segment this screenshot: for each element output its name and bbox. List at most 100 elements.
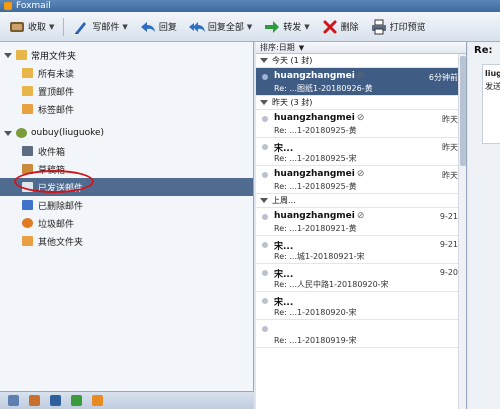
attachment-icon: ⊘ <box>356 211 365 221</box>
table-row[interactable]: huangzhangmei ⊘ Re: ...1-20180925-黄 昨天 <box>256 166 466 194</box>
table-row[interactable]: huangzhangmei ⊘ Re: ...1-20180925-黄 昨天 <box>256 110 466 138</box>
inbox-icon <box>22 146 33 156</box>
message-list-scrollbar[interactable] <box>458 54 466 409</box>
folder-pane: 常用文件夹 所有未读 置顶邮件 标签邮件 oubuy(liuguoke) 收件箱… <box>0 42 254 391</box>
calendar-module-icon[interactable] <box>50 395 61 406</box>
compose-button[interactable]: 写邮件 ▼ <box>70 17 130 37</box>
folder-junk[interactable]: 垃圾邮件 <box>0 214 253 232</box>
common-folders-header[interactable]: 常用文件夹 <box>0 46 253 64</box>
folder-label: 收件箱 <box>38 147 66 158</box>
message-sender: huangzhangmei ⊘ <box>274 71 365 81</box>
folder-tagged[interactable]: 标签邮件 <box>0 100 253 118</box>
collapse-triangle-icon[interactable] <box>4 52 12 58</box>
mail-module-icon[interactable] <box>8 395 19 406</box>
message-time: 9-20 <box>439 268 458 277</box>
message-time: 昨天 <box>442 115 458 124</box>
reply-all-label: 回复全部 <box>207 23 244 33</box>
forward-button[interactable]: 转发 ▼ <box>261 17 312 37</box>
title-bar: Foxmail <box>0 0 500 12</box>
contacts-module-icon[interactable] <box>29 395 40 406</box>
sort-bar[interactable]: 排序:日期 ▼ <box>256 42 466 54</box>
message-sender: huangzhangmei ⊘ <box>274 211 365 221</box>
read-status-icon[interactable] <box>262 242 268 248</box>
trash-icon <box>22 200 33 210</box>
collapse-triangle-icon[interactable] <box>260 58 268 63</box>
reply-icon <box>140 21 155 32</box>
reading-send-label: 发送 <box>485 82 500 91</box>
window-title: Foxmail <box>16 1 51 11</box>
folder-all-unread[interactable]: 所有未读 <box>0 64 253 82</box>
group-header-label: 昨天 (3 封) <box>272 98 313 107</box>
account-label: oubuy(liuguoke) <box>31 128 105 138</box>
reply-all-button[interactable]: 回复全部 ▼ <box>186 17 255 37</box>
read-status-icon[interactable] <box>262 326 268 332</box>
message-subject: Re: ...1-20180925-宋 <box>274 154 357 163</box>
read-status-icon[interactable] <box>262 214 268 220</box>
attachment-icon: ⊘ <box>356 71 365 81</box>
collapse-triangle-icon[interactable] <box>260 198 268 203</box>
reading-header-card: liug 发送 <box>482 64 500 144</box>
reply-label: 回复 <box>158 23 177 33</box>
read-status-icon[interactable] <box>262 270 268 276</box>
collapse-triangle-icon[interactable] <box>4 130 12 136</box>
account-header[interactable]: oubuy(liuguoke) <box>0 124 253 142</box>
message-subject: Re: ...1-20180921-黄 <box>274 224 357 233</box>
read-status-icon[interactable] <box>262 144 268 150</box>
table-row[interactable]: huangzhangmei ⊘ Re: ...1-20180921-黄 9-21 <box>256 208 466 236</box>
message-subject: Re: ...1-20180919-宋 <box>274 336 357 345</box>
folder-icon <box>16 50 27 60</box>
sort-dropdown-icon[interactable]: ▼ <box>299 44 304 52</box>
table-row[interactable]: Re: ...1-20180919-宋 <box>256 320 466 348</box>
folder-label: 垃圾邮件 <box>38 219 75 230</box>
folder-inbox[interactable]: 收件箱 <box>0 142 253 160</box>
pen-icon <box>75 21 87 34</box>
group-header-label: 今天 (1 封) <box>272 56 313 65</box>
delete-button[interactable]: 删除 <box>319 17 362 37</box>
compose-dropdown-icon[interactable]: ▼ <box>122 23 127 31</box>
reading-subject: Re: <box>474 45 493 56</box>
message-subject: Re: ...1-20180920-宋 <box>274 308 357 317</box>
read-status-icon[interactable] <box>262 116 268 122</box>
module-switcher-bar <box>0 391 254 409</box>
print-preview-button[interactable]: 打印预览 <box>368 17 429 37</box>
folder-label: 其他文件夹 <box>38 237 84 248</box>
reply-button[interactable]: 回复 <box>137 17 180 37</box>
scrollbar-thumb[interactable] <box>460 56 466 166</box>
pinned-folder-icon <box>22 86 33 96</box>
message-subject: Re: ...城1-20180921-宋 <box>274 252 365 261</box>
receive-dropdown-icon[interactable]: ▼ <box>49 23 54 31</box>
folder-deleted[interactable]: 已删除邮件 <box>0 196 253 214</box>
group-header-last-week[interactable]: 上周... <box>256 194 466 208</box>
group-header-today[interactable]: 今天 (1 封) <box>256 54 466 68</box>
printer-icon <box>371 19 386 34</box>
read-status-icon[interactable] <box>262 298 268 304</box>
table-row[interactable]: 宋... Re: ...1-20180925-宋 昨天 <box>256 138 466 166</box>
folder-label: 置顶邮件 <box>38 87 75 98</box>
message-sender: huangzhangmei ⊘ <box>274 113 365 123</box>
collapse-triangle-icon[interactable] <box>260 100 268 105</box>
attachment-icon: ⊘ <box>356 113 365 123</box>
reply-all-dropdown-icon[interactable]: ▼ <box>247 23 252 31</box>
table-row[interactable]: 宋... Re: ...城1-20180921-宋 9-21 <box>256 236 466 264</box>
forward-label: 转发 <box>283 23 302 33</box>
message-time: 昨天 <box>442 171 458 180</box>
table-row[interactable]: huangzhangmei ⊘ Re: ...图纸1-20180926-黄 6分钟… <box>256 68 466 96</box>
rss-module-icon[interactable] <box>92 395 103 406</box>
read-status-icon[interactable] <box>262 172 268 178</box>
common-folders-label: 常用文件夹 <box>31 51 77 62</box>
delete-label: 删除 <box>340 23 359 33</box>
reading-pane: Re: liug 发送 <box>468 42 500 409</box>
unread-folder-icon <box>22 68 33 78</box>
message-list: 排序:日期 ▼ 今天 (1 封) huangzhangmei ⊘ Re: ...图… <box>256 42 467 409</box>
message-subject: Re: ...1-20180925-黄 <box>274 126 357 135</box>
notes-module-icon[interactable] <box>71 395 82 406</box>
tag-folder-icon <box>22 104 33 114</box>
forward-dropdown-icon[interactable]: ▼ <box>304 23 309 31</box>
group-header-yesterday[interactable]: 昨天 (3 封) <box>256 96 466 110</box>
table-row[interactable]: 宋... Re: ...人民中路1-20180920-宋 9-20 <box>256 264 466 292</box>
folder-other[interactable]: 其他文件夹 <box>0 232 253 250</box>
table-row[interactable]: 宋... Re: ...1-20180920-宋 <box>256 292 466 320</box>
read-status-icon[interactable] <box>262 74 268 80</box>
receive-button[interactable]: 收取 ▼ <box>6 17 57 37</box>
folder-pinned[interactable]: 置顶邮件 <box>0 82 253 100</box>
